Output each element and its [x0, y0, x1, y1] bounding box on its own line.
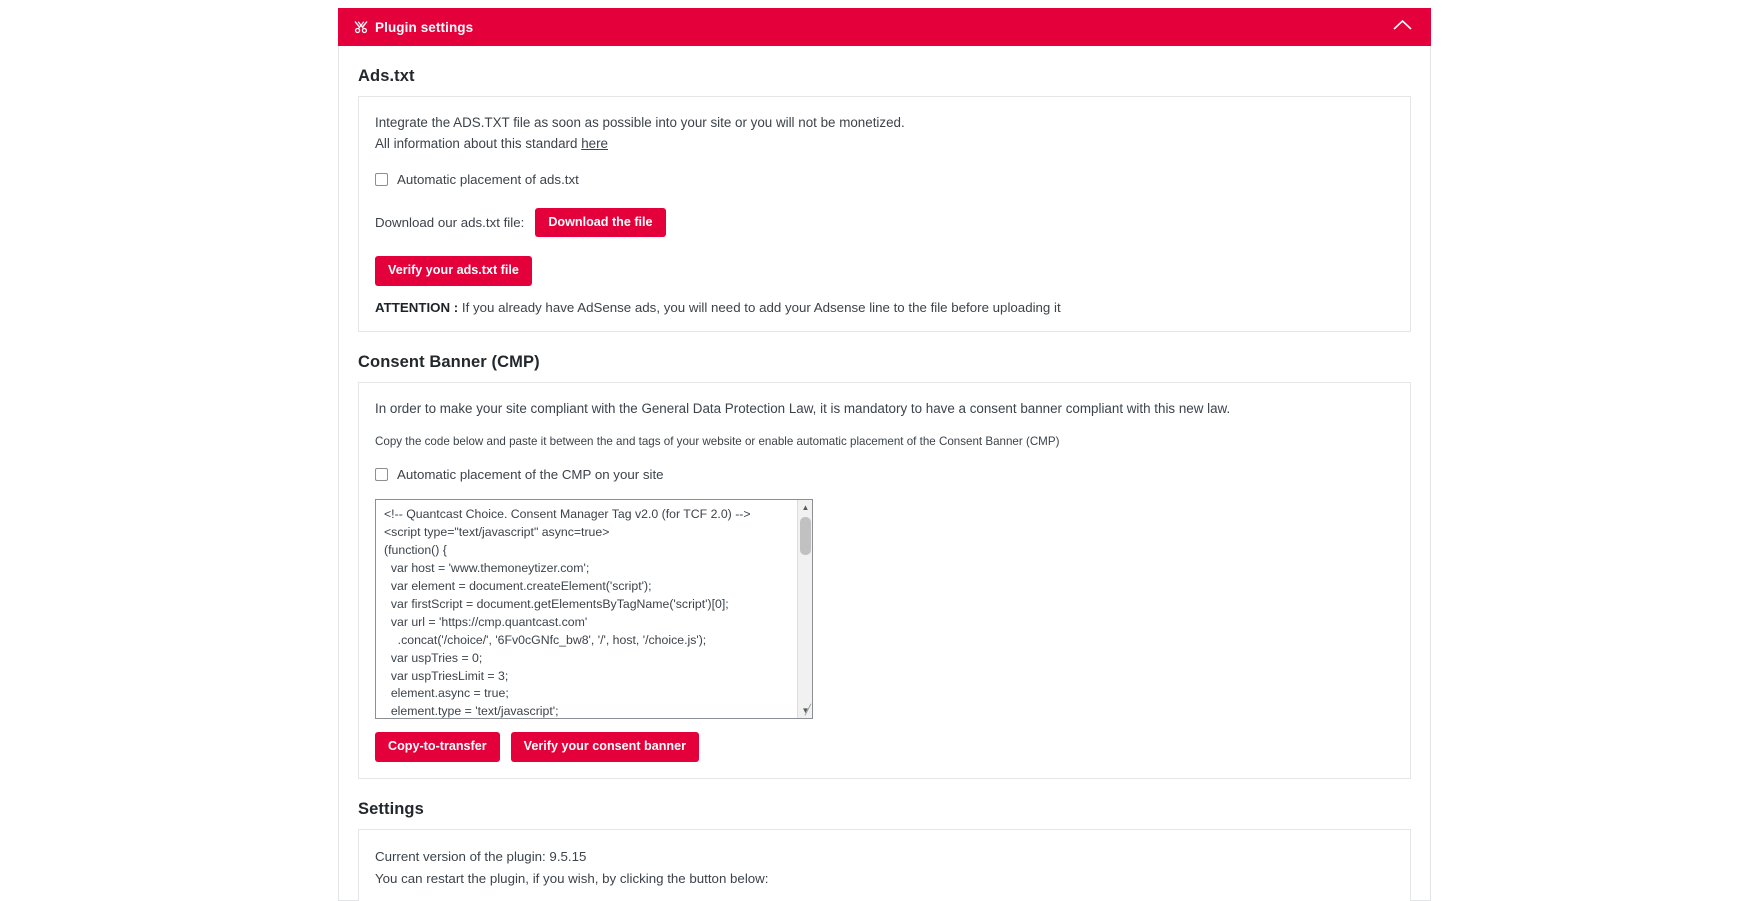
adstxt-download-label: Download our ads.txt file:: [375, 214, 525, 230]
page-root: Plugin settings Ads.txt Integrate the AD…: [0, 0, 1761, 901]
resize-grip-icon[interactable]: ╱: [799, 705, 811, 717]
cmp-button-row: Copy-to-transfer Verify your consent ban…: [375, 732, 1394, 763]
cmp-lead: In order to make your site compliant wit…: [375, 401, 1231, 417]
plugin-settings-body: Ads.txt Integrate the ADS.TXT file as so…: [338, 46, 1431, 901]
cmp-code-content: <!-- Quantcast Choice. Consent Manager T…: [384, 507, 751, 719]
verify-consent-banner-button[interactable]: Verify your consent banner: [510, 732, 700, 763]
page-background-right: [1431, 0, 1761, 901]
adstxt-intro-line1: Integrate the ADS.TXT file as soon as po…: [375, 115, 905, 130]
cmp-auto-placement-label: Automatic placement of the CMP on your s…: [397, 467, 664, 483]
cmp-code-textarea[interactable]: <!-- Quantcast Choice. Consent Manager T…: [375, 499, 813, 720]
adstxt-card: Integrate the ADS.TXT file as soon as po…: [358, 96, 1411, 333]
scrollbar-thumb[interactable]: [800, 517, 811, 556]
adstxt-attention-text: If you already have AdSense ads, you wil…: [458, 300, 1061, 316]
adstxt-attention-label: ATTENTION :: [375, 300, 459, 316]
adstxt-standard-link[interactable]: here: [581, 136, 608, 151]
chevron-up-icon: [1392, 18, 1412, 36]
collapse-toggle-button[interactable]: [1389, 14, 1415, 40]
adstxt-intro: Integrate the ADS.TXT file as soon as po…: [375, 113, 1394, 155]
plugin-settings-header: Plugin settings: [338, 8, 1431, 46]
adstxt-verify-row: Verify your ads.txt file: [375, 256, 1394, 287]
section-title-settings: Settings: [358, 800, 424, 819]
caret-up-icon[interactable]: ▲: [798, 500, 813, 515]
adstxt-intro-line2-prefix: All information about this standard: [375, 135, 582, 151]
cmp-card: In order to make your site compliant wit…: [358, 382, 1411, 780]
adstxt-auto-placement-checkbox[interactable]: [375, 172, 388, 186]
cmp-note: Copy the code below and paste it between…: [375, 434, 1060, 448]
copy-to-transfer-button[interactable]: Copy-to-transfer: [375, 732, 500, 763]
settings-card: Current version of the plugin: 9.5.15 Yo…: [358, 829, 1411, 901]
section-title-adstxt: Ads.txt: [358, 67, 415, 85]
cmp-auto-placement-row: Automatic placement of the CMP on your s…: [375, 467, 1394, 482]
plugin-version-line: Current version of the plugin: 9.5.15: [375, 849, 587, 865]
adstxt-auto-placement-row: Automatic placement of ads.txt: [375, 172, 1394, 187]
adstxt-download-row: Download our ads.txt file: Download the …: [375, 207, 1394, 238]
cmp-auto-placement-checkbox[interactable]: [375, 468, 388, 482]
download-file-button[interactable]: Download the file: [535, 207, 666, 238]
cmp-code-scrollbar[interactable]: ▲ ▼: [797, 500, 813, 719]
cmp-code-area-wrapper: <!-- Quantcast Choice. Consent Manager T…: [375, 499, 813, 720]
header-left-group: Plugin settings: [354, 20, 473, 35]
adstxt-auto-placement-label: Automatic placement of ads.txt: [397, 171, 579, 187]
panel-title: Plugin settings: [375, 19, 474, 35]
plugin-restart-line: You can restart the plugin, if you wish,…: [375, 870, 769, 886]
adstxt-attention: ATTENTION : If you already have AdSense …: [375, 300, 1394, 315]
verify-adstxt-button[interactable]: Verify your ads.txt file: [375, 256, 532, 287]
adstxt-intro-line2: All information about this standard here: [375, 134, 1394, 155]
tools-icon: [354, 20, 368, 34]
page-background-left: [0, 0, 338, 901]
section-title-cmp: Consent Banner (CMP): [358, 353, 540, 372]
